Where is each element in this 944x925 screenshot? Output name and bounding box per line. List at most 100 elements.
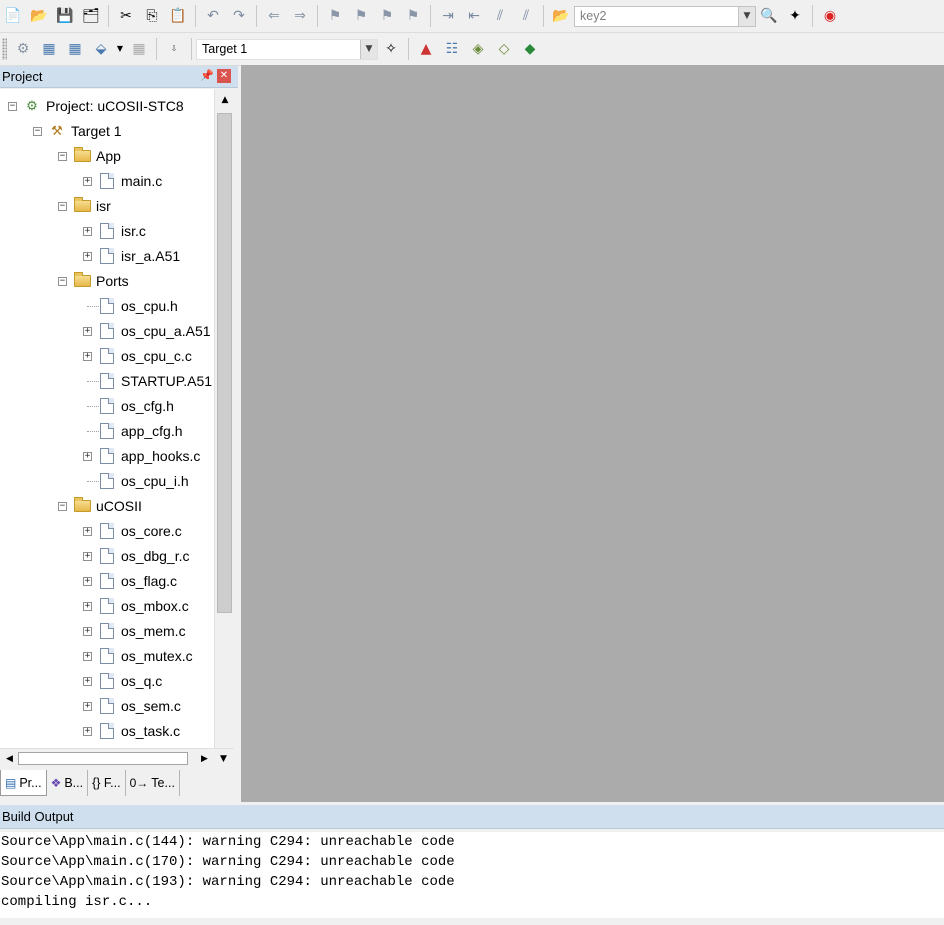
tree-file[interactable]: os_cpu_i.h <box>0 469 214 494</box>
collapse-icon[interactable]: − <box>58 152 67 161</box>
tree-vertical-scrollbar[interactable]: ▲ <box>214 89 234 748</box>
open-file-icon[interactable]: 📂 <box>28 5 50 27</box>
chevron-down-icon[interactable]: ▼ <box>360 39 377 59</box>
expand-icon[interactable]: + <box>83 177 92 186</box>
close-icon[interactable]: ✕ <box>217 69 231 83</box>
tree-file[interactable]: + os_cpu_c.c <box>0 344 214 369</box>
batch-dropdown-icon[interactable]: ▼ <box>116 38 124 60</box>
copy-icon[interactable]: ⎘ <box>141 5 163 27</box>
navigate-forward-icon[interactable]: ⇒ <box>289 5 311 27</box>
tree-file[interactable]: app_cfg.h <box>0 419 214 444</box>
tree-file[interactable]: + os_sem.c <box>0 694 214 719</box>
expand-icon[interactable]: + <box>83 727 92 736</box>
comment-icon[interactable]: ⫽ <box>489 5 511 27</box>
bookmark-clear-icon[interactable]: ⚑ <box>402 5 424 27</box>
target-options-icon[interactable]: ✧ <box>380 38 402 60</box>
expand-icon[interactable]: + <box>83 702 92 711</box>
manage-components-icon[interactable]: ☷ <box>441 38 463 60</box>
tree-file[interactable]: + isr_a.A51 <box>0 244 214 269</box>
scroll-down-icon[interactable]: ▼ <box>215 750 232 767</box>
stop-build-icon[interactable]: ▦ <box>128 38 150 60</box>
tree-file[interactable]: + os_task.c <box>0 719 214 744</box>
find-in-files-icon[interactable]: 📂 <box>550 5 572 27</box>
cut-icon[interactable]: ✂ <box>115 5 137 27</box>
bookmark-next-icon[interactable]: ⚑ <box>376 5 398 27</box>
tree-file[interactable]: + os_mem.c <box>0 619 214 644</box>
bookmark-prev-icon[interactable]: ⚑ <box>350 5 372 27</box>
expand-icon[interactable]: + <box>83 652 92 661</box>
build-output-log[interactable]: Source\App\main.c(144): warning C294: un… <box>0 832 944 925</box>
tree-folder[interactable]: − Ports <box>0 269 214 294</box>
toolbar-grip[interactable] <box>2 38 7 60</box>
navigate-back-icon[interactable]: ⇐ <box>263 5 285 27</box>
save-icon[interactable]: 💾 <box>54 5 76 27</box>
tree-folder[interactable]: − uCOSII <box>0 494 214 519</box>
scroll-up-icon[interactable]: ▲ <box>216 91 234 108</box>
tree-file[interactable]: os_cfg.h <box>0 394 214 419</box>
expand-icon[interactable]: + <box>83 527 92 536</box>
find-combo[interactable]: key2 ▼ <box>574 5 756 27</box>
expand-icon[interactable]: + <box>83 627 92 636</box>
debug-start-icon[interactable]: ◉ <box>819 5 841 27</box>
tree-file[interactable]: + os_mutex.c <box>0 644 214 669</box>
bookmark-toggle-icon[interactable]: ⚑ <box>324 5 346 27</box>
collapse-icon[interactable]: − <box>58 277 67 286</box>
scroll-thumb[interactable] <box>18 752 188 765</box>
tree-file[interactable]: + os_core.c <box>0 519 214 544</box>
redo-icon[interactable]: ↷ <box>228 5 250 27</box>
expand-icon[interactable]: + <box>83 677 92 686</box>
expand-icon[interactable]: + <box>83 352 92 361</box>
save-all-icon[interactable]: 🗂 <box>80 5 102 27</box>
tree-file[interactable]: STARTUP.A51 <box>0 369 214 394</box>
collapse-icon[interactable]: − <box>58 202 67 211</box>
new-file-icon[interactable]: 📄 <box>2 5 24 27</box>
expand-icon[interactable]: + <box>83 452 92 461</box>
build-icon[interactable]: ▦ <box>38 38 60 60</box>
expand-icon[interactable]: + <box>83 252 92 261</box>
scroll-left-icon[interactable]: ◀ <box>1 750 18 767</box>
translate-icon[interactable]: ⚙ <box>12 38 34 60</box>
expand-icon[interactable]: + <box>83 552 92 561</box>
batch-build-icon[interactable]: ⬙ <box>90 38 112 60</box>
pin-icon[interactable]: 📌 <box>200 69 214 82</box>
tree-file[interactable]: + os_mbox.c <box>0 594 214 619</box>
select-device-icon[interactable]: ◈ <box>467 38 489 60</box>
tree-file[interactable]: + os_flag.c <box>0 569 214 594</box>
incremental-find-icon[interactable]: 🔍 <box>758 5 780 27</box>
tree-file[interactable]: os_cpu.h <box>0 294 214 319</box>
indent-icon[interactable]: ⇥ <box>437 5 459 27</box>
rebuild-icon[interactable]: ▦ <box>64 38 86 60</box>
collapse-icon[interactable]: − <box>8 102 17 111</box>
collapse-icon[interactable]: − <box>33 127 42 136</box>
tree-file[interactable]: + main.c <box>0 169 214 194</box>
build-output-scrollbar[interactable] <box>0 918 944 925</box>
tree-folder[interactable]: − isr <box>0 194 214 219</box>
tree-file[interactable]: + app_hooks.c <box>0 444 214 469</box>
chevron-down-icon[interactable]: ▼ <box>738 6 755 26</box>
target-select[interactable]: Target 1 ▼ <box>196 38 378 60</box>
file-extensions-icon[interactable]: ▲ <box>415 38 437 60</box>
undo-icon[interactable]: ↶ <box>202 5 224 27</box>
expand-icon[interactable]: + <box>83 227 92 236</box>
run-time-env-icon[interactable]: ◆ <box>519 38 541 60</box>
tab-project[interactable]: ▤ Pr... <box>0 770 47 796</box>
unindent-icon[interactable]: ⇤ <box>463 5 485 27</box>
tab-books[interactable]: ❖ B... <box>47 770 89 796</box>
expand-icon[interactable]: + <box>83 577 92 586</box>
tree-file[interactable]: + isr.c <box>0 219 214 244</box>
scroll-right-icon[interactable]: ▶ <box>196 750 213 767</box>
tree-folder[interactable]: − App <box>0 144 214 169</box>
tree-project[interactable]: − ⚙ Project: uCOSII-STC8 <box>0 94 214 119</box>
tab-functions[interactable]: {} F... <box>88 770 126 796</box>
expand-icon[interactable]: + <box>83 602 92 611</box>
tree-target[interactable]: − ⚒ Target 1 <box>0 119 214 144</box>
tree-horizontal-scrollbar[interactable]: ◀ ▶ ▼ <box>0 748 234 768</box>
paste-icon[interactable]: 📋 <box>167 5 189 27</box>
download-load-icon[interactable]: ⇩ <box>163 38 185 60</box>
scroll-thumb[interactable] <box>217 113 232 613</box>
tree-file[interactable]: + os_q.c <box>0 669 214 694</box>
tree-file[interactable]: + os_cpu_a.A51 <box>0 319 214 344</box>
tab-templates[interactable]: 0→ Te... <box>126 770 180 796</box>
expand-icon[interactable]: + <box>83 327 92 336</box>
collapse-icon[interactable]: − <box>58 502 67 511</box>
